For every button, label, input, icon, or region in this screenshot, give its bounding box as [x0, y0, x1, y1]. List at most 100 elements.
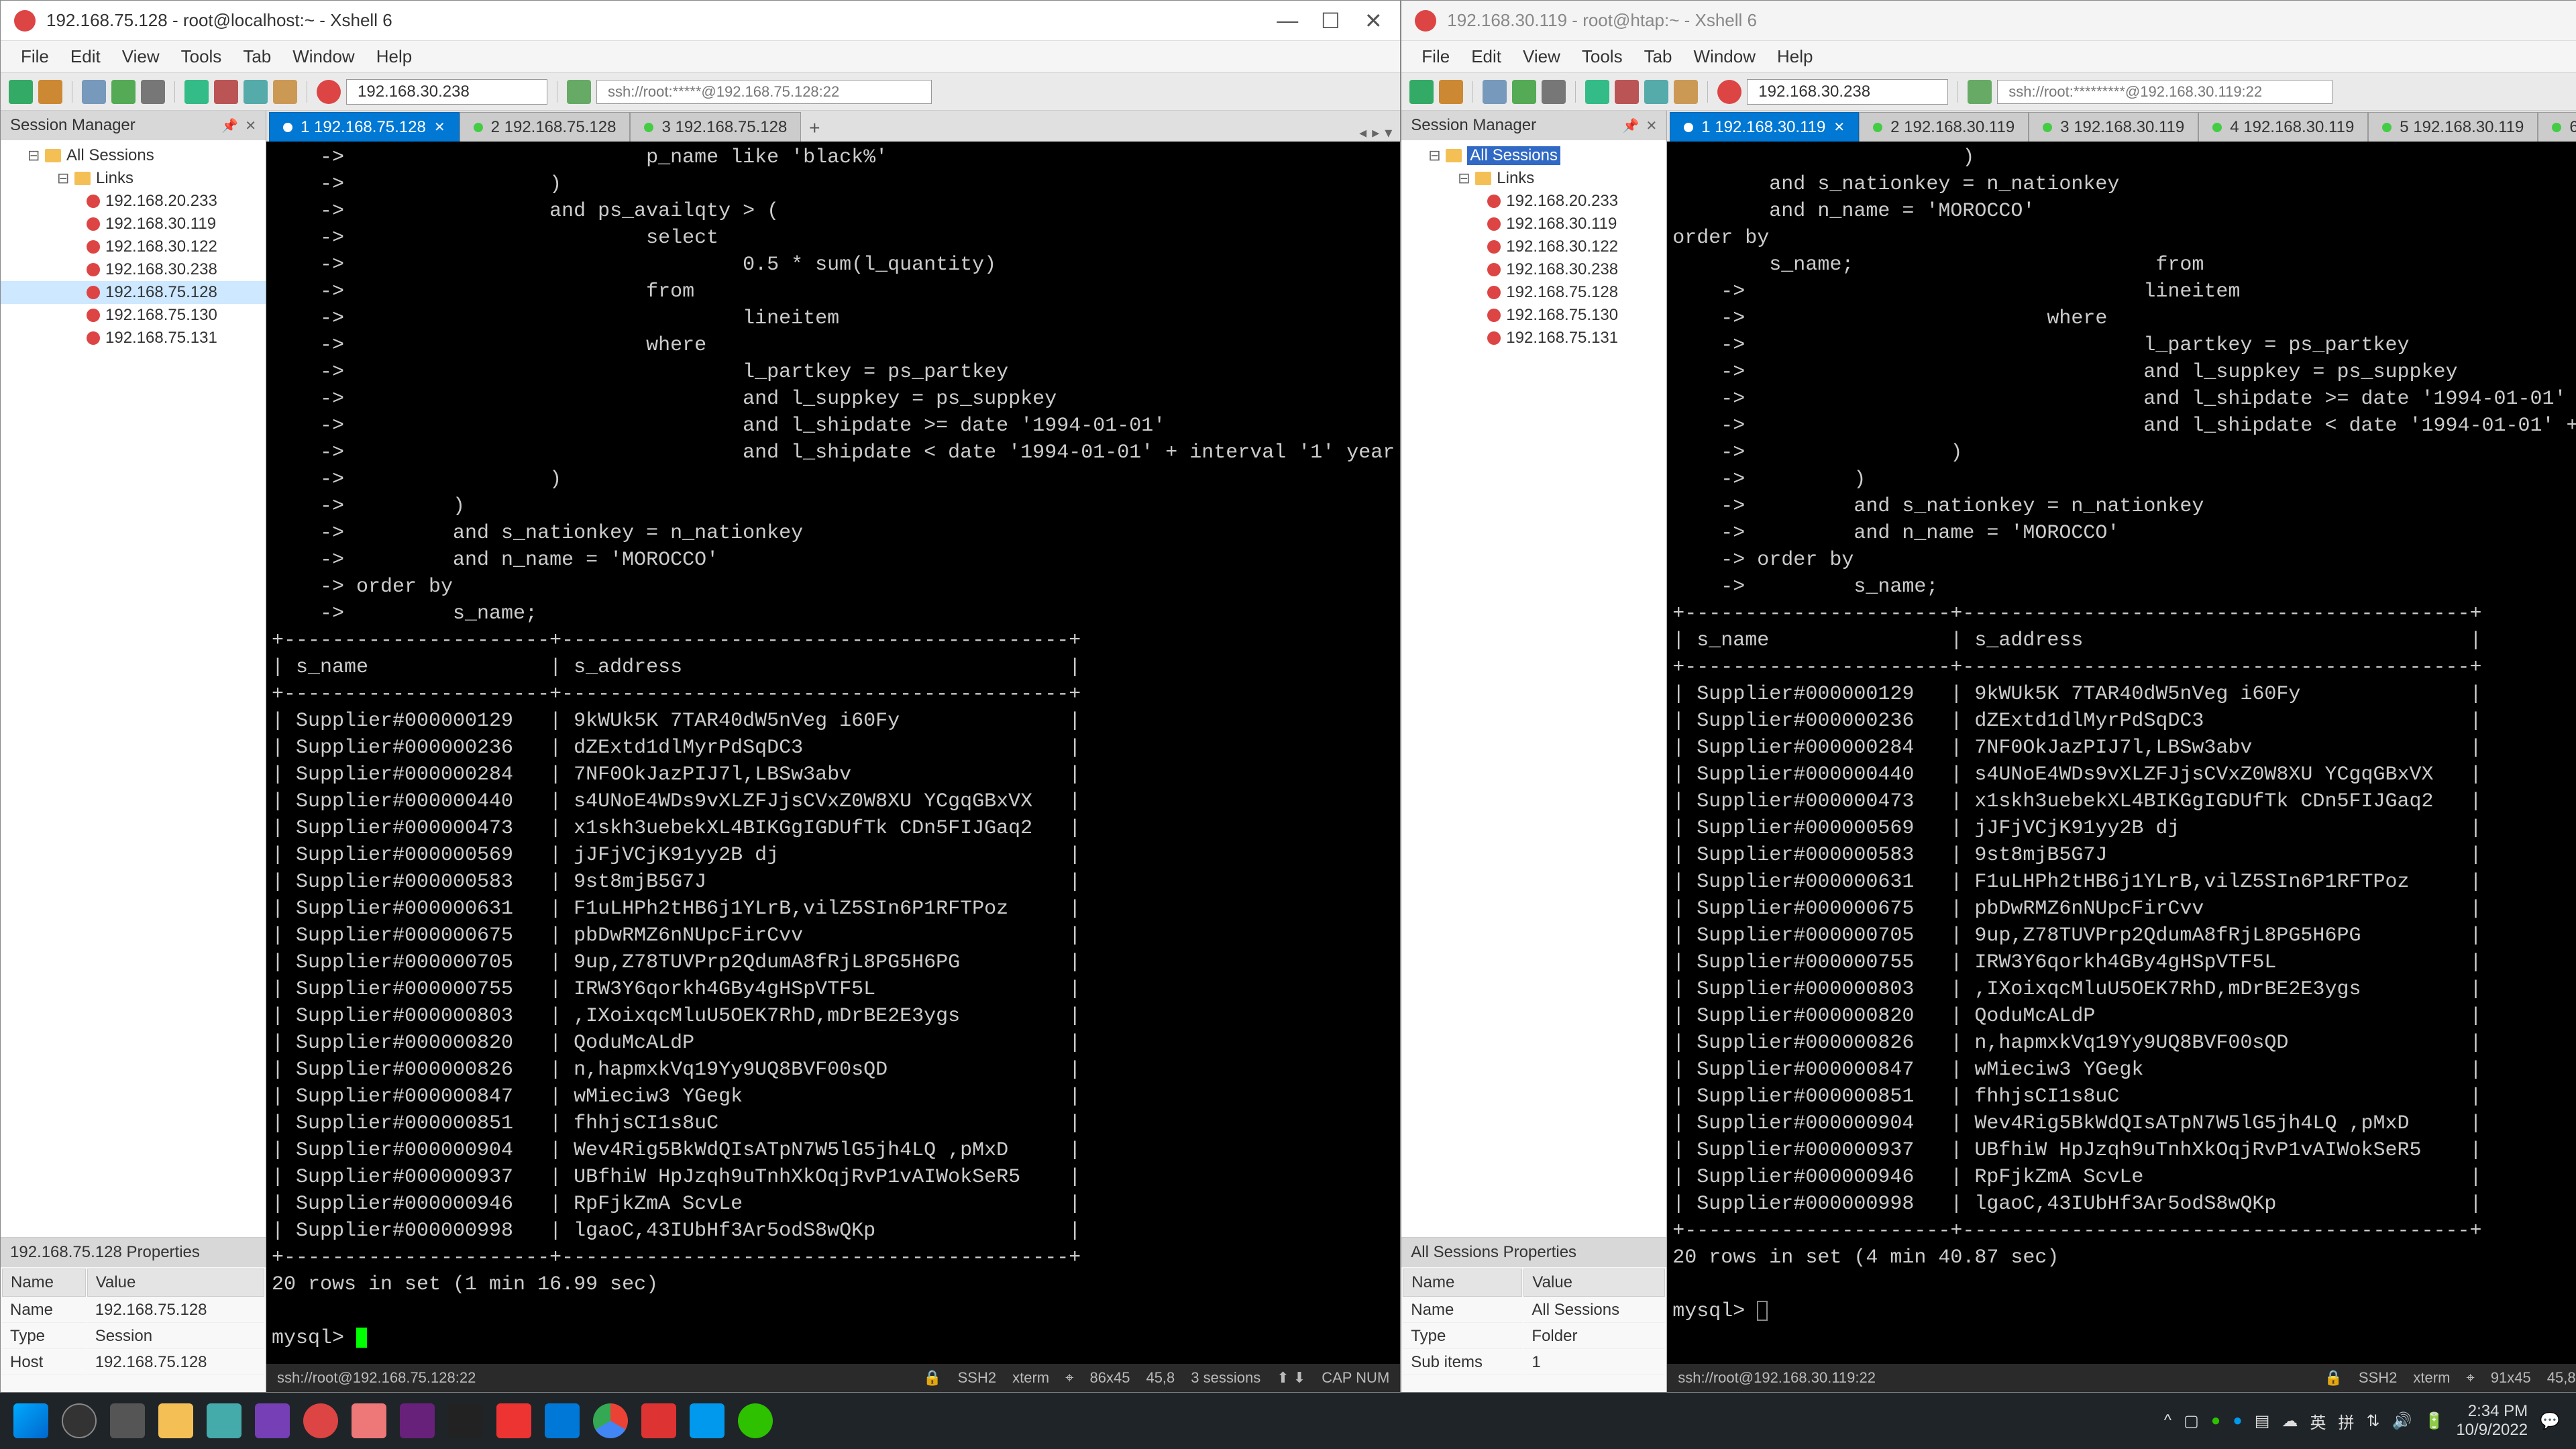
app-icon[interactable]: [200, 1397, 248, 1445]
session-item: 192.168.30.119: [1401, 213, 1666, 235]
properties-icon[interactable]: [1542, 80, 1566, 104]
reconnect-icon[interactable]: [1483, 80, 1507, 104]
notifications-icon[interactable]: 💬: [2540, 1411, 2560, 1431]
tray-icon[interactable]: ☁: [2282, 1411, 2298, 1431]
battery-icon[interactable]: 🔋: [2424, 1411, 2444, 1431]
title-bar[interactable]: 192.168.30.119 - root@htap:~ - Xshell 6 …: [1401, 1, 2576, 41]
volume-icon[interactable]: 🔊: [2392, 1411, 2412, 1431]
add-tab-button[interactable]: +: [801, 115, 828, 142]
terminal-tab[interactable]: 4 192.168.30.119: [2198, 112, 2368, 142]
menu-edit[interactable]: Edit: [1462, 44, 1511, 70]
session-item: 192.168.30.238: [1, 258, 266, 281]
wechat-icon[interactable]: [731, 1397, 780, 1445]
terminal-tab[interactable]: 1 192.168.30.119✕: [1670, 112, 1859, 142]
explorer-icon[interactable]: [152, 1397, 200, 1445]
tray-chevron-icon[interactable]: ^: [2164, 1411, 2171, 1430]
app-icon[interactable]: [490, 1397, 538, 1445]
app-icon[interactable]: [635, 1397, 683, 1445]
terminal-tab[interactable]: 2 192.168.75.128: [460, 112, 631, 142]
panel-close-icon[interactable]: ✕: [245, 117, 256, 134]
tray-icon[interactable]: ●: [2233, 1411, 2243, 1430]
connect-icon[interactable]: [567, 80, 591, 104]
maximize-button[interactable]: ☐: [1317, 8, 1344, 34]
address-input[interactable]: 192.168.30.238: [1747, 79, 1948, 105]
menu-file[interactable]: File: [11, 44, 58, 70]
title-bar[interactable]: 192.168.75.128 - root@localhost:~ - Xshe…: [1, 1, 1400, 41]
tray-icon[interactable]: ●: [2211, 1411, 2221, 1430]
lock-icon[interactable]: [1674, 80, 1698, 104]
open-session-icon[interactable]: [38, 80, 62, 104]
connect-icon[interactable]: [1968, 80, 1992, 104]
copy-icon[interactable]: [1585, 80, 1609, 104]
toolbar: 192.168.30.238 ssh://root:*****@192.168.…: [1, 73, 1400, 111]
app-icon[interactable]: [248, 1397, 297, 1445]
taskview-button[interactable]: [103, 1397, 152, 1445]
menu-tab[interactable]: Tab: [1635, 44, 1682, 70]
terminal-tab[interactable]: 3 192.168.75.128: [630, 112, 801, 142]
copy-icon[interactable]: [184, 80, 209, 104]
vs-icon[interactable]: [393, 1397, 441, 1445]
ime-lang[interactable]: 英: [2310, 1409, 2326, 1433]
app-icon[interactable]: [683, 1397, 731, 1445]
disconnect-icon[interactable]: [111, 80, 136, 104]
menu-window[interactable]: Window: [283, 44, 364, 70]
terminal-tab[interactable]: 3 192.168.30.119: [2029, 112, 2198, 142]
address-input[interactable]: 192.168.30.238: [346, 79, 547, 105]
terminal-tab[interactable]: 6 192: [2538, 112, 2576, 142]
ssh-path-input[interactable]: ssh://root:*****@192.168.75.128:22: [596, 80, 932, 104]
new-session-icon[interactable]: [9, 80, 33, 104]
clock[interactable]: 2:34 PM 10/9/2022: [2456, 1402, 2528, 1440]
start-button[interactable]: [7, 1397, 55, 1445]
lock-icon[interactable]: [273, 80, 297, 104]
session-tree[interactable]: ⊟All Sessions ⊟Links 192.168.20.233 192.…: [1, 140, 266, 1238]
tray-icon[interactable]: ▤: [2255, 1411, 2270, 1431]
open-session-icon[interactable]: [1439, 80, 1463, 104]
terminal-icon[interactable]: [441, 1397, 490, 1445]
menu-window[interactable]: Window: [1684, 44, 1765, 70]
panel-close-icon[interactable]: ✕: [1646, 117, 1658, 134]
windows-taskbar[interactable]: ^ ▢ ● ● ▤ ☁ 英 拼 ⇅ 🔊 🔋 2:34 PM 10/9/2022 …: [0, 1393, 2576, 1449]
paste-icon[interactable]: [214, 80, 238, 104]
ssh-path-input[interactable]: ssh://root:*********@192.168.30.119:22: [1997, 80, 2332, 104]
window-title: 192.168.75.128 - root@localhost:~ - Xshe…: [46, 10, 1274, 31]
search-button[interactable]: [55, 1397, 103, 1445]
tab-prev-icon[interactable]: ◂: [1359, 124, 1366, 142]
menu-file[interactable]: File: [1412, 44, 1459, 70]
tray-icon[interactable]: ▢: [2184, 1411, 2199, 1431]
xshell-icon[interactable]: [297, 1397, 345, 1445]
find-icon[interactable]: [244, 80, 268, 104]
reconnect-icon[interactable]: [82, 80, 106, 104]
disconnect-icon[interactable]: [1512, 80, 1536, 104]
menu-view[interactable]: View: [1513, 44, 1570, 70]
menu-view[interactable]: View: [113, 44, 169, 70]
new-session-icon[interactable]: [1409, 80, 1434, 104]
ime-mode[interactable]: 拼: [2338, 1409, 2354, 1433]
terminal-output[interactable]: ) and s_nationkey = n_nationkey and n_na…: [1667, 142, 2576, 1364]
menu-tab[interactable]: Tab: [233, 44, 280, 70]
menu-help[interactable]: Help: [1768, 44, 1822, 70]
session-item: 192.168.20.233: [1401, 190, 1666, 213]
menu-tools[interactable]: Tools: [1572, 44, 1632, 70]
properties-icon[interactable]: [141, 80, 165, 104]
terminal-output[interactable]: -> p_name like 'black%' -> ) -> and ps_a…: [266, 142, 1400, 1364]
chrome-icon[interactable]: [586, 1397, 635, 1445]
pin-icon[interactable]: 📌: [1623, 117, 1640, 134]
find-icon[interactable]: [1644, 80, 1668, 104]
session-tree[interactable]: ⊟All Sessions ⊟Links 192.168.20.233 192.…: [1401, 140, 1666, 1238]
app-icon: [14, 10, 36, 32]
paste-icon[interactable]: [1615, 80, 1639, 104]
app-icon[interactable]: [345, 1397, 393, 1445]
tab-next-icon[interactable]: ▸: [1372, 124, 1379, 142]
wifi-icon[interactable]: ⇅: [2366, 1411, 2379, 1431]
terminal-tab[interactable]: 2 192.168.30.119: [1859, 112, 2029, 142]
menu-edit[interactable]: Edit: [61, 44, 110, 70]
tab-menu-icon[interactable]: ▾: [1385, 124, 1392, 142]
pin-icon[interactable]: 📌: [221, 117, 238, 134]
minimize-button[interactable]: —: [1274, 8, 1301, 34]
terminal-tab[interactable]: 5 192.168.30.119: [2368, 112, 2538, 142]
vscode-icon[interactable]: [538, 1397, 586, 1445]
menu-tools[interactable]: Tools: [172, 44, 231, 70]
terminal-tab[interactable]: 1 192.168.75.128✕: [269, 112, 460, 142]
close-button[interactable]: ✕: [1360, 8, 1387, 34]
menu-help[interactable]: Help: [367, 44, 421, 70]
